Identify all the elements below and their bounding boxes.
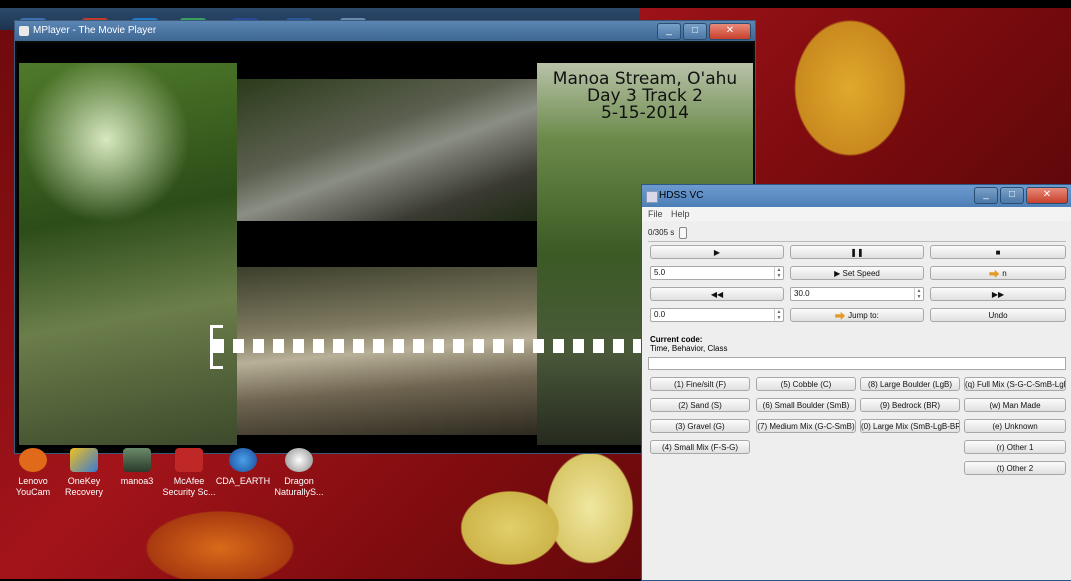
time-slider-row: 0/305 s xyxy=(648,227,688,239)
rewind-icon: ◀◀ xyxy=(710,290,724,299)
video-panel-top xyxy=(237,79,537,221)
code-button-other-1[interactable]: (r) Other 1 xyxy=(964,440,1066,454)
jump-to-button[interactable]: Jump to: xyxy=(790,308,924,322)
video-overlay-text: Manoa Stream, O'ahu Day 3 Track 2 5-15-2… xyxy=(537,71,753,122)
code-button-full-mix[interactable]: (q) Full Mix (S-G-C-SmB-LgB) xyxy=(964,377,1066,391)
code-button-fine-silt[interactable]: (1) Fine/silt (F) xyxy=(650,377,750,391)
hdss-app-icon xyxy=(646,191,658,203)
fast-forward-button[interactable]: ▶▶ xyxy=(930,287,1066,301)
hdss-vc-window[interactable]: HDSS VC _ □ ✕ File Help 0/305 s ▶ ❚❚ ■ 5… xyxy=(641,184,1071,581)
speed-spinner[interactable]: ▲ ▼ xyxy=(774,267,783,279)
hdss-body: 0/305 s ▶ ❚❚ ■ 5.0 ▲ ▼ ▶ Set Speed n ◀◀ 30… xyxy=(642,221,1071,580)
current-code-display[interactable] xyxy=(648,357,1066,370)
jump-value: 0.0 xyxy=(654,310,666,319)
undo-label: Undo xyxy=(988,311,1008,320)
code-button-large-boulder[interactable]: (8) Large Boulder (LgB) xyxy=(860,377,960,391)
top-black-bar xyxy=(0,0,1071,8)
time-slider-handle[interactable] xyxy=(679,227,688,239)
minimize-button[interactable]: _ xyxy=(657,23,681,40)
pause-icon: ❚❚ xyxy=(850,248,864,257)
webcam-icon xyxy=(19,448,47,472)
jump-spinner[interactable]: ▲ ▼ xyxy=(774,309,783,321)
video-file-icon xyxy=(123,448,151,472)
rewind-button[interactable]: ◀◀ xyxy=(650,287,784,301)
desktop-icon-label: manoa3 xyxy=(120,476,154,486)
minimize-button[interactable]: _ xyxy=(974,187,998,204)
maximize-button[interactable]: □ xyxy=(683,23,707,40)
overlay-line-date: 5-15-2014 xyxy=(601,103,689,123)
microphone-icon xyxy=(285,448,313,472)
play-icon: ▶ xyxy=(834,269,843,278)
arrow-right-icon xyxy=(835,311,846,320)
fast-forward-icon: ▶▶ xyxy=(991,290,1005,299)
desktop-icon-label: NaturallyS... xyxy=(274,487,324,497)
skip-spinner[interactable]: ▲ ▼ xyxy=(914,288,923,300)
code-button-gravel[interactable]: (3) Gravel (G) xyxy=(650,419,750,433)
skip-seconds-input[interactable]: 30.0 ▲ ▼ xyxy=(790,287,924,301)
jump-to-label: Jump to: xyxy=(848,311,879,320)
desktop-icon-label: Recovery xyxy=(64,487,103,497)
jump-time-input[interactable]: 0.0 ▲ ▼ xyxy=(650,308,784,322)
menu-bar: File Help xyxy=(642,207,1071,221)
desktop-icon-label: Dragon xyxy=(284,476,314,486)
undo-button[interactable]: Undo xyxy=(930,308,1066,322)
play-icon: ▶ xyxy=(713,248,721,257)
time-readout: 0/305 s xyxy=(648,228,675,238)
mplayer-app-icon xyxy=(19,26,29,36)
desktop-icon-mcafee[interactable]: McAfee Security Sc... xyxy=(160,448,218,498)
transect-dotted-line xyxy=(213,339,643,353)
code-button-bedrock[interactable]: (9) Bedrock (BR) xyxy=(860,398,960,412)
desktop-icon-label: McAfee xyxy=(173,476,205,486)
shield-icon xyxy=(175,448,203,472)
code-button-medium-mix[interactable]: (7) Medium Mix (G-C-SmB) xyxy=(756,419,856,433)
code-button-large-mix[interactable]: (0) Large Mix (SmB-LgB-BR) xyxy=(860,419,960,433)
menu-file[interactable]: File xyxy=(648,209,663,219)
close-button[interactable]: ✕ xyxy=(709,23,751,40)
n-label: n xyxy=(1002,269,1007,278)
code-button-other-2[interactable]: (t) Other 2 xyxy=(964,461,1066,475)
desktop-icon-label: Lenovo xyxy=(18,476,48,486)
desktop-icon-onekey-recovery[interactable]: OneKey Recovery xyxy=(55,448,113,498)
desktop-icon-cda-earth[interactable]: CDA_EARTH xyxy=(214,448,272,487)
arrow-right-icon xyxy=(989,269,1000,278)
desktop-icon-label: YouCam xyxy=(15,487,51,497)
current-code-label: Current code: xyxy=(650,335,703,344)
desktop-icon-label: CDA_EARTH xyxy=(215,476,271,486)
recovery-icon xyxy=(70,448,98,472)
code-button-cobble[interactable]: (5) Cobble (C) xyxy=(756,377,856,391)
globe-icon xyxy=(229,448,257,472)
desktop-icon-lenovo-youcam[interactable]: Lenovo YouCam xyxy=(4,448,62,498)
menu-help[interactable]: Help xyxy=(671,209,690,219)
desktop-icon-dragon[interactable]: Dragon NaturallyS... xyxy=(270,448,328,498)
code-button-man-made[interactable]: (w) Man Made xyxy=(964,398,1066,412)
stop-icon: ■ xyxy=(995,248,1001,257)
hdss-titlebar[interactable]: HDSS VC _ □ ✕ xyxy=(642,185,1071,207)
stop-button[interactable]: ■ xyxy=(930,245,1066,259)
skip-value: 30.0 xyxy=(794,289,810,298)
code-button-unknown[interactable]: (e) Unknown xyxy=(964,419,1066,433)
mplayer-title: MPlayer - The Movie Player xyxy=(33,25,157,36)
speed-input[interactable]: 5.0 ▲ ▼ xyxy=(650,266,784,280)
speed-value: 5.0 xyxy=(654,268,666,277)
play-button[interactable]: ▶ xyxy=(650,245,784,259)
maximize-button[interactable]: □ xyxy=(1000,187,1024,204)
video-panel-left xyxy=(19,63,237,445)
hdss-title: HDSS VC xyxy=(659,190,704,201)
desktop-icon-label: Security Sc... xyxy=(162,487,216,497)
mplayer-titlebar[interactable]: MPlayer - The Movie Player _ □ ✕ xyxy=(15,21,755,41)
current-code-fields: Time, Behavior, Class xyxy=(650,344,728,353)
close-button[interactable]: ✕ xyxy=(1026,187,1068,204)
desktop-icon-label: OneKey xyxy=(67,476,101,486)
code-button-sand[interactable]: (2) Sand (S) xyxy=(650,398,750,412)
code-button-small-boulder[interactable]: (6) Small Boulder (SmB) xyxy=(756,398,856,412)
n-button[interactable]: n xyxy=(930,266,1066,280)
code-button-small-mix[interactable]: (4) Small Mix (F-S-G) xyxy=(650,440,750,454)
set-speed-button[interactable]: ▶ Set Speed xyxy=(790,266,924,280)
separator xyxy=(648,241,1066,242)
set-speed-label: Set Speed xyxy=(842,269,880,278)
desktop-icon-manoa3[interactable]: manoa3 xyxy=(108,448,166,487)
pause-button[interactable]: ❚❚ xyxy=(790,245,924,259)
